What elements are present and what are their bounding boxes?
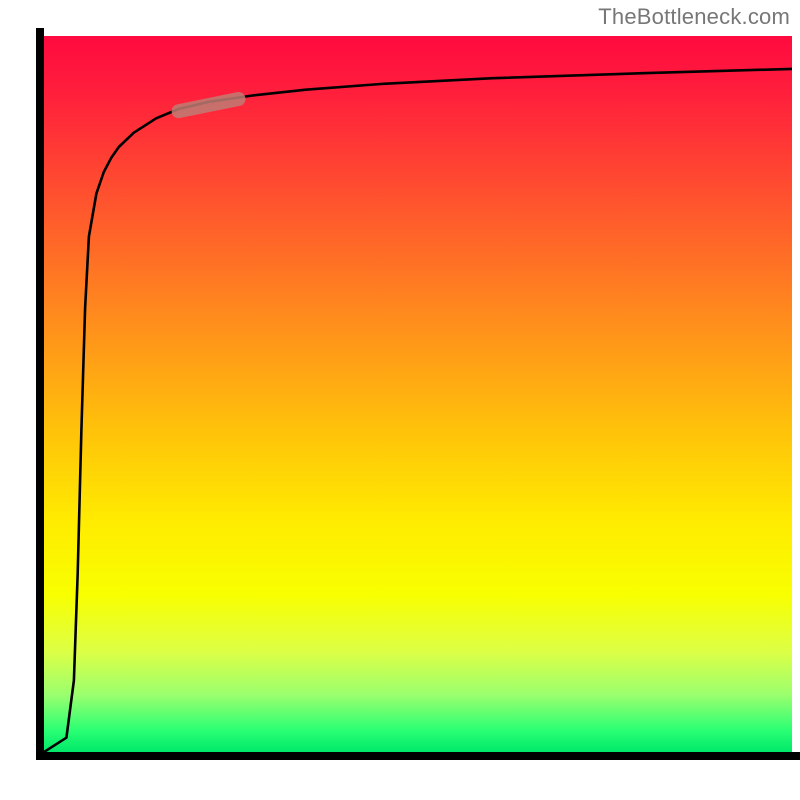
chart-gradient-background <box>44 36 792 752</box>
watermark-text: TheBottleneck.com <box>598 4 790 30</box>
bottleneck-chart: TheBottleneck.com <box>0 0 800 800</box>
